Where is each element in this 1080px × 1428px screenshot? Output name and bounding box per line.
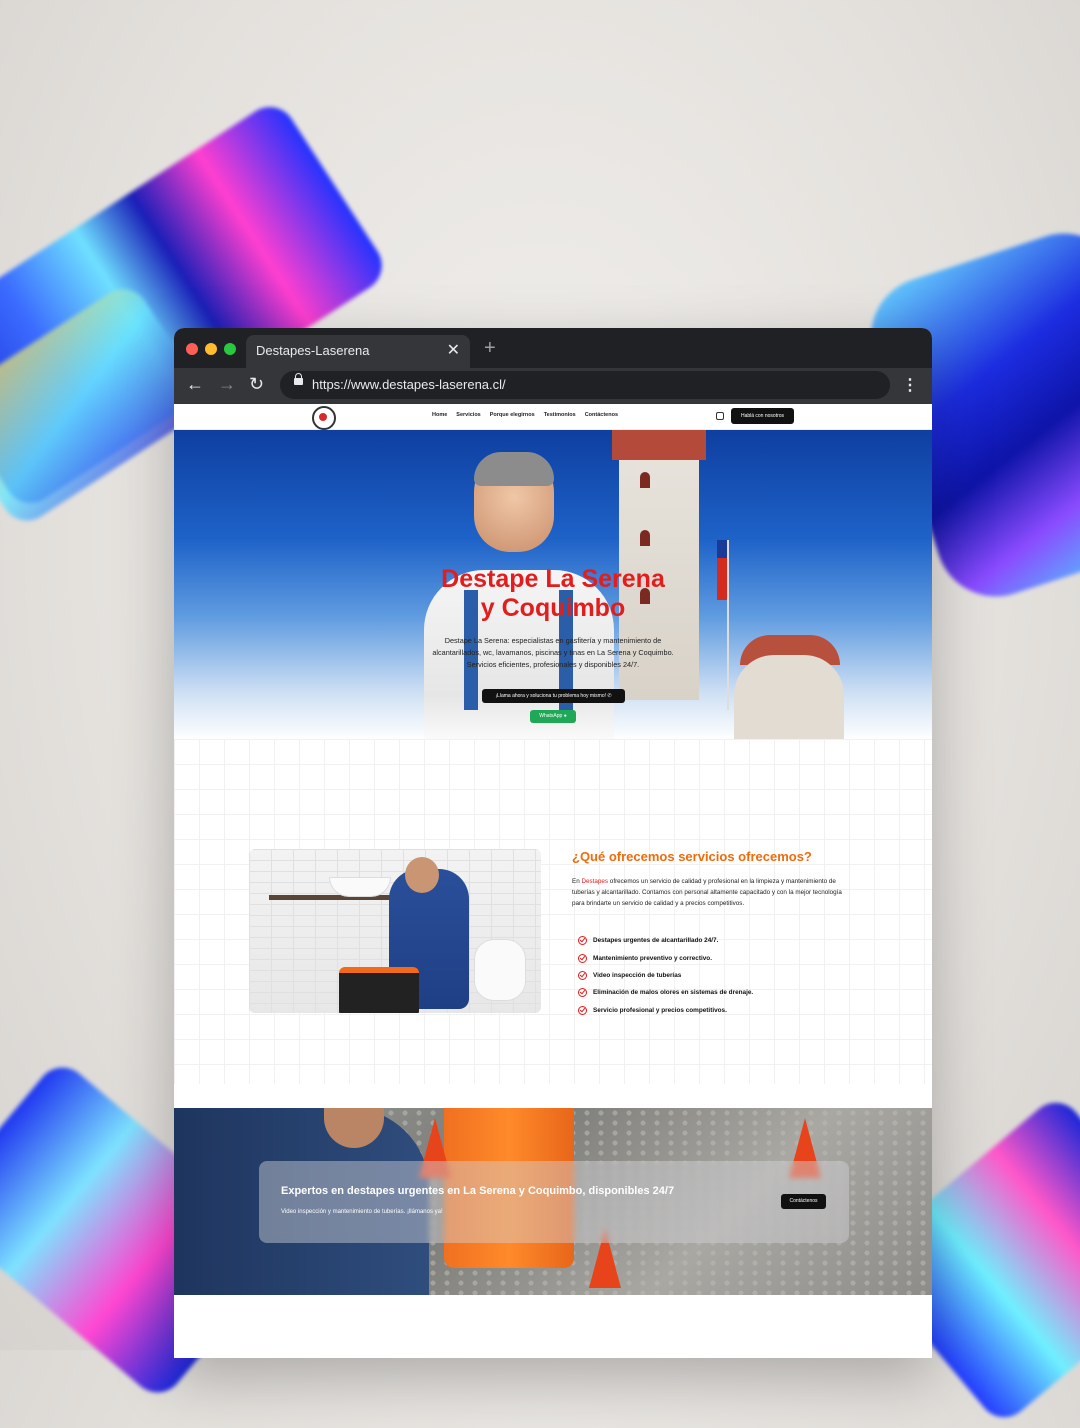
nav-item-servicios[interactable]: Servicios [456,412,480,418]
address-bar[interactable]: https://www.destapes-laserena.cl/ [280,371,890,399]
cta-banner: Expertos en destapes urgentes en La Sere… [174,1108,932,1295]
check-icon [578,988,587,998]
list-item: Destapes urgentes de alcantarillado 24/7… [578,932,753,949]
browser-tab[interactable]: Destapes-Laserena ✕ [246,335,470,368]
desc-rest: ofrecemos un servicio de calidad y profe… [572,878,842,907]
maximize-window-button[interactable] [224,343,236,355]
whatsapp-icon: ● [563,713,567,719]
list-item: Video inspección de tuberías [578,967,753,984]
forward-icon[interactable]: → [218,374,236,395]
nav-item-home[interactable]: Home [432,412,447,418]
list-item-label: Mantenimiento preventivo y correctivo. [593,954,712,962]
whatsapp-button[interactable]: WhatsApp ● [530,710,576,723]
fort-building [734,655,844,740]
cta-glass-card [259,1161,849,1243]
cta-contact-button[interactable]: Contáctenos [781,1194,826,1209]
reload-icon[interactable]: ↻ [249,374,264,395]
nav-item-contactenos[interactable]: Contáctenos [585,412,618,418]
menu-icon[interactable]: ⋮ [902,375,918,395]
cta-title: Expertos en destapes urgentes en La Sere… [281,1185,675,1197]
close-window-button[interactable] [186,343,198,355]
hero-title-line1: Destape La Serena [441,565,665,593]
tab-title: Destapes-Laserena [256,343,370,358]
check-icon [578,970,587,980]
services-list: Destapes urgentes de alcantarillado 24/7… [578,932,753,1019]
services-description: En Destapes ofrecemos un servicio de cal… [572,876,847,909]
whatsapp-label: WhatsApp [539,713,563,719]
browser-toolbar: ← → ↻ https://www.destapes-laserena.cl/ … [174,368,932,404]
instagram-icon[interactable] [716,412,724,420]
nav-item-testimonios[interactable]: Testimonios [544,412,576,418]
site-navbar: Home Servicios Porque elegirnos Testimon… [174,404,932,430]
call-now-label: ¡Llama ahora y soluciona tu problema hoy… [495,693,606,699]
back-icon[interactable]: ← [186,374,204,395]
tool-bag [339,967,419,1013]
desc-highlight: Destapes [581,878,609,885]
plumber-image [249,849,541,1013]
site-menu: Home Servicios Porque elegirnos Testimon… [432,412,618,418]
list-item-label: Eliminación de malos olores en sistemas … [593,989,754,997]
nav-item-porque-elegirnos[interactable]: Porque elegirnos [490,412,535,418]
url-text[interactable]: https://www.destapes-laserena.cl/ [312,377,506,392]
list-item: Servicio profesional y precios competiti… [578,1002,753,1019]
list-item: Eliminación de malos olores en sistemas … [578,984,753,1001]
toilet [474,939,526,1001]
hero-title: Destape La Serena y Coquimbo [174,565,932,623]
tower-window [640,530,650,546]
tab-bar: Destapes-Laserena ✕ + [174,328,932,368]
list-item-label: Video inspección de tuberías [593,971,682,979]
check-icon [578,953,587,963]
check-icon [578,936,587,946]
new-tab-icon[interactable]: + [484,337,496,360]
list-item-label: Servicio profesional y precios competiti… [593,1006,727,1014]
contact-us-button[interactable]: Hablá con nosotros [731,408,794,424]
hero-description: Destape La Serena: especialistas en gasf… [432,636,674,669]
phone-icon: ✆ [607,693,612,699]
tab-close-icon[interactable]: ✕ [447,340,460,360]
check-icon [578,1005,587,1015]
web-page: Home Servicios Porque elegirnos Testimon… [174,404,932,1358]
list-item: Mantenimiento preventivo y correctivo. [578,949,753,966]
hero-section: Destape La Serena y Coquimbo Destape La … [174,430,932,740]
man-hair [474,452,554,486]
minimize-window-button[interactable] [205,343,217,355]
site-logo[interactable] [312,406,336,430]
call-now-button[interactable]: ¡Llama ahora y soluciona tu problema hoy… [482,689,625,703]
lock-icon [294,373,303,385]
tower-window [640,472,650,488]
browser-window: Destapes-Laserena ✕ + ← → ↻ https://www.… [174,328,932,1358]
hero-title-line2: y Coquimbo [480,594,626,622]
services-title: ¿Qué ofrecemos servicios ofrecemos? [572,849,812,864]
list-item-label: Destapes urgentes de alcantarillado 24/7… [593,937,719,945]
lighthouse-top [612,430,706,460]
plumber-head [405,857,439,893]
cta-subtitle: Video inspección y mantenimiento de tube… [281,1209,443,1215]
